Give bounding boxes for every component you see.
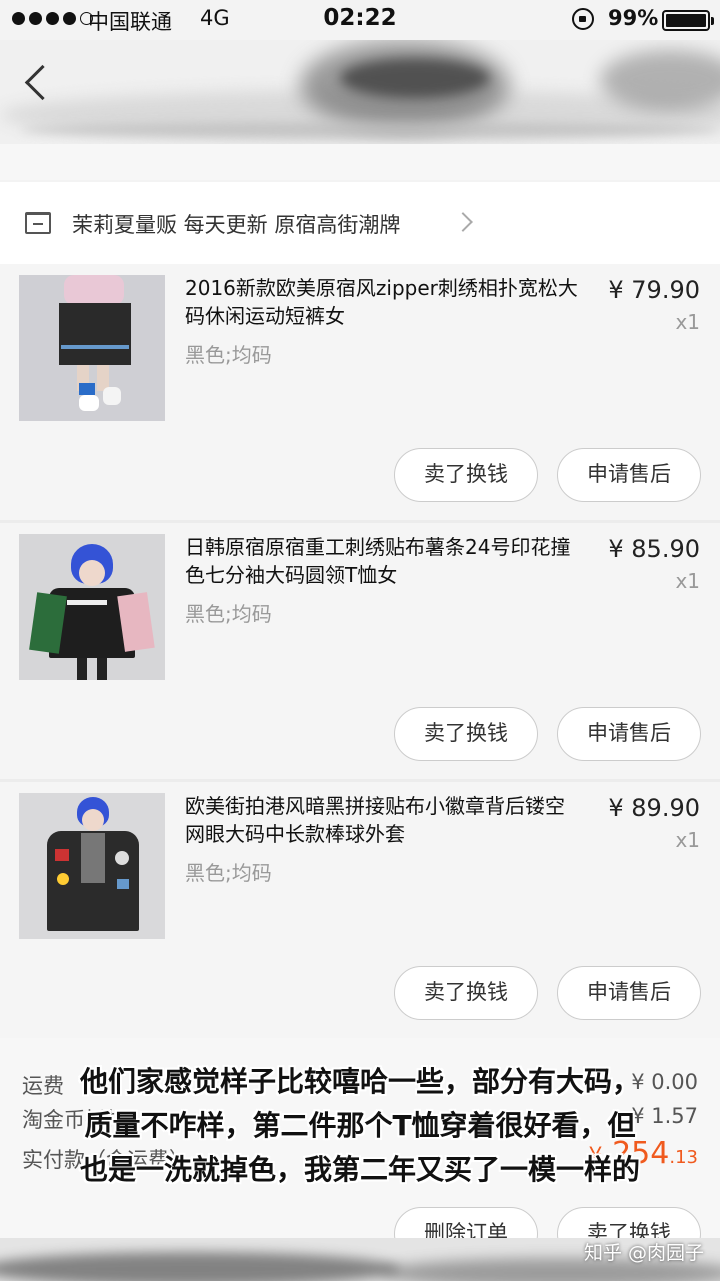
- order-item[interactable]: 2016新款欧美原宿风zipper刺绣相扑宽松大码休闲运动短裤女 黑色;均码 ¥…: [0, 264, 720, 520]
- after-sales-button[interactable]: 申请售后: [557, 707, 701, 761]
- caption-line: 质量不咋样，第二件那个T恤穿着很好看，但: [84, 1109, 636, 1142]
- product-price: ¥ 85.90: [608, 535, 700, 563]
- caption-overlay: 他们家感觉样子比较嘻哈一些，部分有大码， 质量不咋样，第二件那个T恤穿着很好看，…: [0, 1060, 720, 1192]
- after-sales-button[interactable]: 申请售后: [557, 966, 701, 1020]
- product-sku: 黑色;均码: [185, 343, 272, 367]
- caption-line: 也是一洗就掉色，我第二年又买了一模一样的: [79, 1153, 640, 1186]
- product-sku: 黑色;均码: [185, 602, 272, 626]
- product-quantity: x1: [675, 828, 700, 852]
- product-quantity: x1: [675, 569, 700, 593]
- sell-button[interactable]: 卖了换钱: [394, 707, 538, 761]
- battery-percent: 99%: [608, 6, 659, 30]
- store-icon: [25, 212, 51, 234]
- shop-name: 茉莉夏量贩 每天更新 原宿高街潮牌: [72, 213, 401, 237]
- product-thumbnail[interactable]: [19, 793, 165, 939]
- after-sales-button[interactable]: 申请售后: [557, 448, 701, 502]
- sell-button[interactable]: 卖了换钱: [394, 448, 538, 502]
- order-item[interactable]: 欧美街拍港风暗黑拼接贴布小徽章背后镂空网眼大码中长款棒球外套 黑色;均码 ¥ 8…: [0, 782, 720, 1038]
- product-image: [19, 793, 165, 939]
- product-image: [19, 534, 165, 680]
- watermark: 知乎 @肉园子: [583, 1242, 704, 1264]
- order-item[interactable]: 日韩原宿原宿重工刺绣贴布薯条24号印花撞色七分袖大码圆领T恤女 黑色;均码 ¥ …: [0, 523, 720, 779]
- shop-row[interactable]: 茉莉夏量贩 每天更新 原宿高街潮牌: [0, 182, 720, 264]
- product-title[interactable]: 欧美街拍港风暗黑拼接贴布小徽章背后镂空网眼大码中长款棒球外套: [185, 792, 580, 848]
- product-price: ¥ 79.90: [608, 276, 700, 304]
- status-bar: 中国联通 4G 02:22 99%: [0, 0, 720, 40]
- product-title[interactable]: 2016新款欧美原宿风zipper刺绣相扑宽松大码休闲运动短裤女: [185, 274, 580, 330]
- battery-icon: [662, 10, 714, 31]
- product-thumbnail[interactable]: [19, 534, 165, 680]
- back-button[interactable]: [22, 66, 52, 96]
- product-quantity: x1: [675, 310, 700, 334]
- product-image: [19, 275, 165, 421]
- caption-line: 他们家感觉样子比较嘻哈一些，部分有大码，: [79, 1065, 640, 1098]
- product-price: ¥ 89.90: [608, 794, 700, 822]
- rotation-lock-icon: [572, 8, 594, 30]
- product-sku: 黑色;均码: [185, 861, 272, 885]
- chevron-right-icon: [453, 212, 473, 232]
- product-thumbnail[interactable]: [19, 275, 165, 421]
- sell-button[interactable]: 卖了换钱: [394, 966, 538, 1020]
- header-banner: [0, 40, 720, 180]
- product-title[interactable]: 日韩原宿原宿重工刺绣贴布薯条24号印花撞色七分袖大码圆领T恤女: [185, 533, 580, 589]
